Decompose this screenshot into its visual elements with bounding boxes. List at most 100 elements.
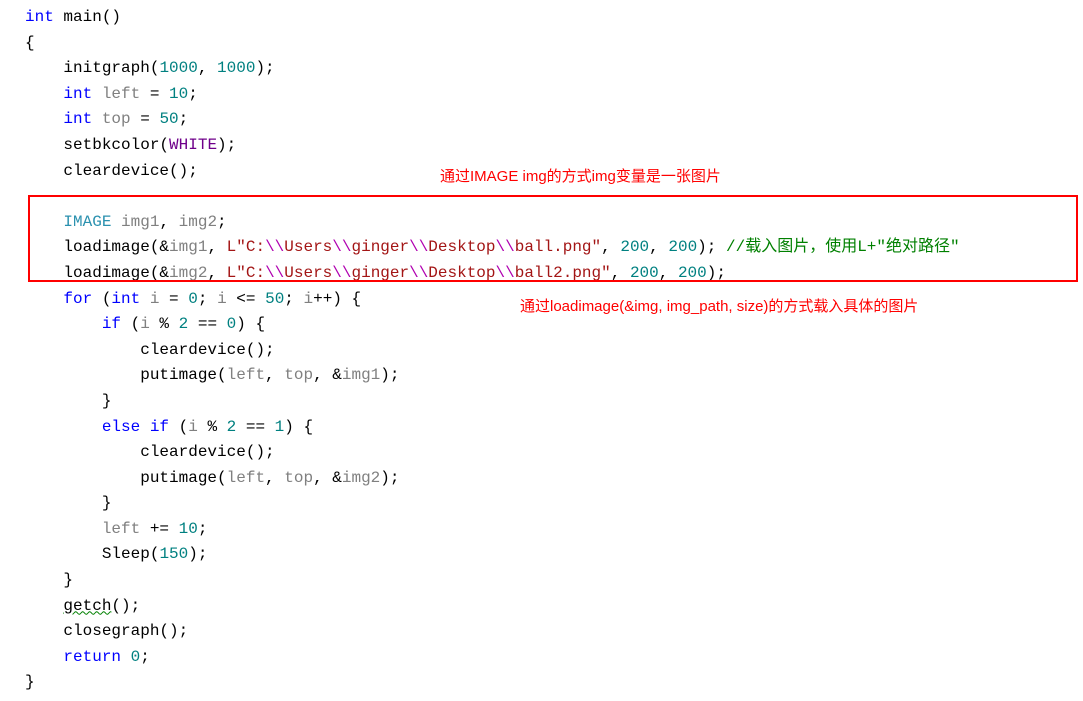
fn-call: cleardevice: [140, 443, 246, 461]
code-line: loadimage(&img2, L"C:\\Users\\ginger\\De…: [25, 261, 1083, 287]
punct: ();: [246, 341, 275, 359]
variable: i: [304, 290, 314, 308]
punct: );: [188, 545, 207, 563]
punct: ;: [198, 290, 217, 308]
string: ginger: [351, 238, 409, 256]
space: [92, 110, 102, 128]
fn-name: main(): [54, 8, 121, 26]
punct: ();: [111, 597, 140, 615]
op: =: [131, 110, 160, 128]
variable: img1: [169, 238, 207, 256]
code-line: else if (i % 2 == 1) {: [25, 415, 1083, 441]
escape: \\: [496, 264, 515, 282]
variable: top: [102, 110, 131, 128]
punct: ) {: [236, 315, 265, 333]
brace: }: [102, 494, 112, 512]
number: 10: [179, 520, 198, 538]
code-line: cleardevice();: [25, 440, 1083, 466]
punct: ;: [188, 85, 198, 103]
code-line: }: [25, 568, 1083, 594]
number: 200: [620, 238, 649, 256]
keyword: if: [150, 418, 169, 436]
escape: \\: [265, 264, 284, 282]
punct: ,: [611, 264, 630, 282]
number: 50: [159, 110, 178, 128]
code-line: Sleep(150);: [25, 542, 1083, 568]
keyword: if: [102, 315, 121, 333]
string: ginger: [351, 264, 409, 282]
punct: ,: [649, 238, 668, 256]
fn-call: setbkcolor: [63, 136, 159, 154]
punct: ,: [659, 264, 678, 282]
string: Users: [284, 264, 332, 282]
brace: }: [63, 571, 73, 589]
number: 0: [131, 648, 141, 666]
string: ball.png": [515, 238, 601, 256]
punct: ;: [217, 213, 227, 231]
space: [92, 85, 102, 103]
number: 2: [227, 418, 237, 436]
number: 2: [179, 315, 189, 333]
string: "C:: [236, 264, 265, 282]
code-block: int main() { initgraph(1000, 1000); int …: [0, 5, 1083, 696]
code-line: loadimage(&img1, L"C:\\Users\\ginger\\De…: [25, 235, 1083, 261]
string-prefix: L: [227, 238, 237, 256]
keyword: int: [111, 290, 140, 308]
brace: }: [25, 673, 35, 691]
punct: , &: [313, 469, 342, 487]
string: Desktop: [428, 264, 495, 282]
escape: \\: [265, 238, 284, 256]
keyword: int: [63, 110, 92, 128]
punct: (: [150, 545, 160, 563]
code-line: int top = 50;: [25, 107, 1083, 133]
variable: i: [217, 290, 227, 308]
escape: \\: [409, 264, 428, 282]
code-line: left += 10;: [25, 517, 1083, 543]
space: [111, 213, 121, 231]
brace: {: [25, 34, 35, 52]
string: Desktop: [428, 238, 495, 256]
code-line: cleardevice();: [25, 338, 1083, 364]
variable: img1: [342, 366, 380, 384]
punct: ;: [284, 290, 303, 308]
punct: (&: [150, 238, 169, 256]
code-line: IMAGE img1, img2;: [25, 210, 1083, 236]
punct: ();: [246, 443, 275, 461]
punct: , &: [313, 366, 342, 384]
punct: );: [255, 59, 274, 77]
fn-call: Sleep: [102, 545, 150, 563]
number: 1: [275, 418, 285, 436]
string: Users: [284, 238, 332, 256]
annotation-top: 通过IMAGE img的方式img变量是一张图片: [440, 165, 721, 189]
fn-call: initgraph: [63, 59, 149, 77]
annotation-bottom: 通过loadimage(&img, img_path, size)的方式载入具体…: [520, 295, 918, 319]
punct: (: [217, 366, 227, 384]
keyword: int: [63, 85, 92, 103]
string-prefix: L: [227, 264, 237, 282]
fn-call: loadimage: [63, 238, 149, 256]
number: 0: [227, 315, 237, 333]
punct: ) {: [284, 418, 313, 436]
fn-call-warning: getch: [63, 597, 111, 615]
number: 10: [169, 85, 188, 103]
fn-call: cleardevice: [140, 341, 246, 359]
macro: WHITE: [169, 136, 217, 154]
punct: ++) {: [313, 290, 361, 308]
punct: (: [150, 59, 160, 77]
variable: left: [227, 366, 265, 384]
number: 0: [188, 290, 198, 308]
punct: );: [697, 238, 726, 256]
punct: ,: [159, 213, 178, 231]
code-line: putimage(left, top, &img2);: [25, 466, 1083, 492]
fn-call: putimage: [140, 366, 217, 384]
punct: (: [159, 136, 169, 154]
op: <=: [227, 290, 265, 308]
escape: \\: [496, 238, 515, 256]
code-line: }: [25, 491, 1083, 517]
punct: (: [169, 418, 188, 436]
variable: top: [284, 366, 313, 384]
op: +=: [140, 520, 178, 538]
code-line: closegraph();: [25, 619, 1083, 645]
punct: ,: [265, 469, 284, 487]
fn-call: loadimage: [63, 264, 149, 282]
